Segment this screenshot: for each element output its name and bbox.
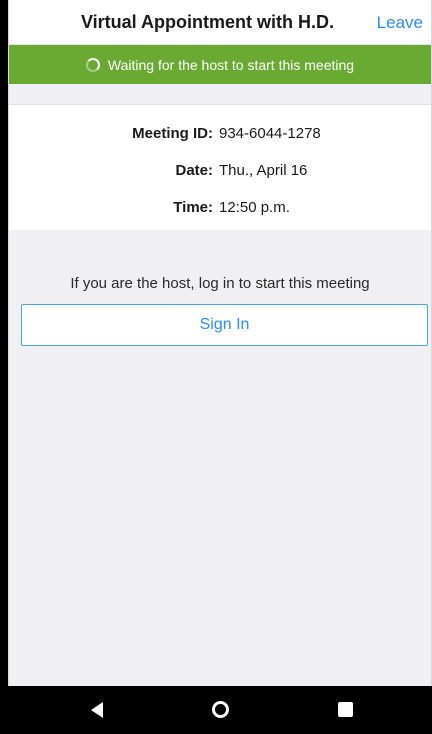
page-title: Virtual Appointment with H.D. xyxy=(81,12,334,32)
waiting-text: Waiting for the host to start this meeti… xyxy=(107,56,355,73)
meeting-info-panel: Meeting ID: 934-6044-1278 Date: Thu., Ap… xyxy=(9,105,431,230)
home-circle-icon[interactable] xyxy=(212,701,229,718)
date-value: Thu., April 16 xyxy=(219,162,308,179)
meeting-id-row: Meeting ID: 934-6044-1278 xyxy=(9,125,431,145)
header-bar: Virtual Appointment with H.D. Leave xyxy=(9,0,431,45)
date-label: Date: xyxy=(175,162,213,179)
leave-button[interactable]: Leave xyxy=(377,13,423,33)
meeting-id-value: 934-6044-1278 xyxy=(219,125,321,142)
recent-apps-square-icon[interactable] xyxy=(338,702,353,717)
date-row: Date: Thu., April 16 xyxy=(9,162,431,182)
time-label: Time: xyxy=(173,199,213,216)
time-row: Time: 12:50 p.m. xyxy=(9,199,431,219)
spinner-icon xyxy=(85,57,100,72)
app-screen: Virtual Appointment with H.D. Leave Wait… xyxy=(8,0,432,686)
time-value: 12:50 p.m. xyxy=(219,199,290,216)
waiting-banner: Waiting for the host to start this meeti… xyxy=(9,45,431,84)
back-triangle-icon[interactable] xyxy=(91,702,103,718)
sign-in-button[interactable]: Sign In xyxy=(21,304,428,346)
divider xyxy=(9,84,431,105)
android-nav-bar xyxy=(8,686,432,734)
host-prompt: If you are the host, log in to start thi… xyxy=(70,275,370,292)
meeting-id-label: Meeting ID: xyxy=(132,125,213,142)
